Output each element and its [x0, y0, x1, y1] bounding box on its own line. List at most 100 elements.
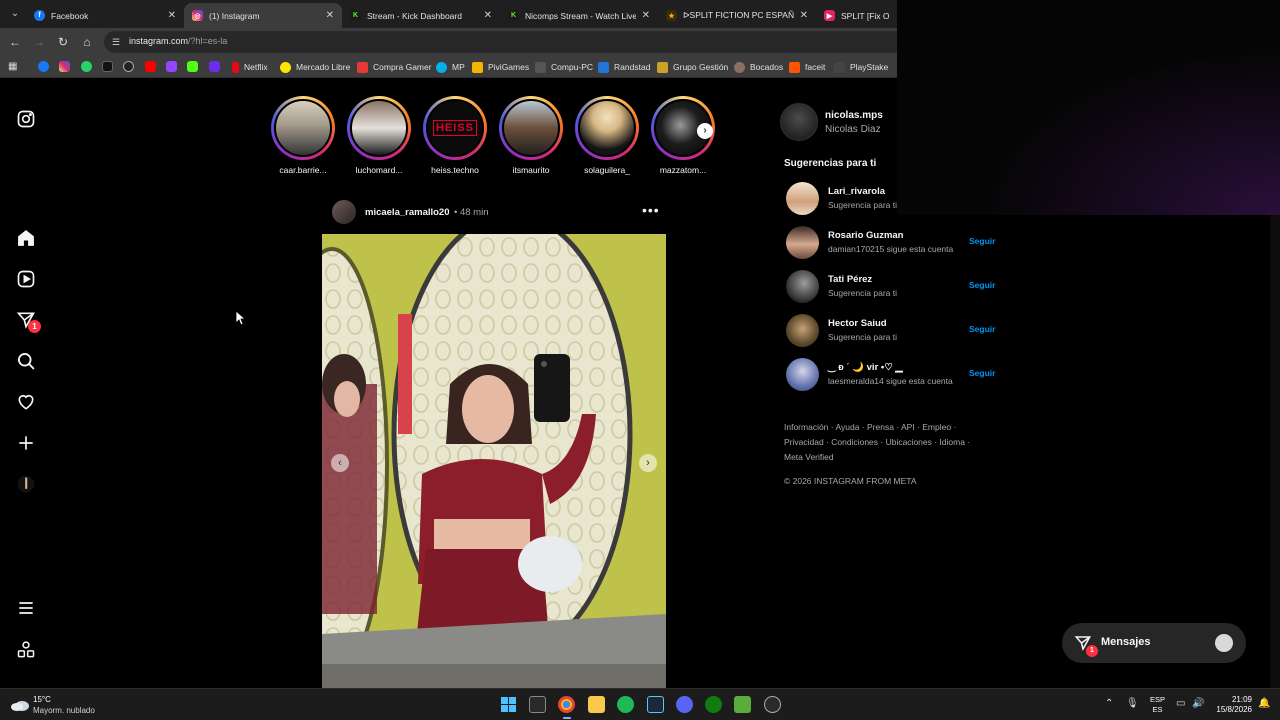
threads-bookmark-icon[interactable]	[123, 61, 134, 72]
back-icon[interactable]: ←	[7, 34, 23, 50]
tab-split-fix-online[interactable]: ▶ SPLIT [Fix Online	[816, 3, 897, 28]
suggestion-avatar[interactable]	[786, 226, 819, 259]
weather-description[interactable]: Mayorm. nublado	[33, 706, 95, 715]
forward-icon[interactable]: →	[31, 34, 47, 50]
tab-split-fiction[interactable]: ★ ᐅSPLIT FICTION PC ESPAÑOL - ✕	[658, 3, 816, 28]
bookmark-grupo-gestion[interactable]: Grupo Gestión	[657, 60, 728, 74]
suggestion-username[interactable]: Tati Pérez	[828, 274, 872, 285]
app-icon[interactable]	[764, 696, 781, 713]
cloudy-weather-icon[interactable]	[10, 696, 30, 712]
suggestion-avatar[interactable]	[786, 314, 819, 347]
close-tab-icon[interactable]: ✕	[326, 10, 334, 21]
home-icon[interactable]	[16, 228, 36, 248]
network-icon[interactable]: ▭	[1176, 698, 1185, 709]
reload-icon[interactable]: ↻	[55, 34, 71, 50]
weather-temperature[interactable]: 15°C	[33, 695, 51, 704]
create-plus-icon[interactable]	[16, 433, 36, 453]
tray-chevron-up-icon[interactable]: ⌃	[1105, 698, 1113, 709]
url-text[interactable]: instagram.com/?hl=es-la	[129, 36, 227, 46]
follow-button[interactable]: Seguir	[969, 280, 995, 290]
messages-button[interactable]: 1 Mensajes	[1062, 623, 1246, 663]
search-icon[interactable]	[16, 351, 36, 371]
volume-icon[interactable]: 🔊	[1192, 698, 1204, 709]
post-timestamp[interactable]: • 48 min	[454, 207, 488, 218]
story-item[interactable]: HEISS heiss.techno	[422, 96, 488, 175]
suggestion-avatar[interactable]	[786, 270, 819, 303]
suggestion-username[interactable]: ‿ ᴆ ˊ 🌙 vir •♡ ▁	[828, 362, 903, 373]
heart-icon[interactable]	[16, 392, 36, 412]
reels-icon[interactable]	[16, 269, 36, 289]
close-tab-icon[interactable]: ✕	[642, 10, 650, 21]
whatsapp-bookmark-icon[interactable]	[81, 61, 92, 72]
chrome-icon[interactable]	[558, 696, 575, 713]
page-scrollbar[interactable]	[1270, 215, 1280, 688]
bookmark-pivigames[interactable]: PiviGames	[472, 60, 529, 74]
site-info-icon[interactable]: ☰	[112, 36, 124, 48]
minecraft-icon[interactable]	[734, 696, 751, 713]
twitch-bookmark-icon[interactable]	[166, 61, 177, 72]
tab-nicomps-stream[interactable]: K Nicomps Stream - Watch Live o ✕	[500, 3, 658, 28]
bookmark-faceit[interactable]: faceit	[789, 60, 825, 74]
address-bar[interactable]: ☰ instagram.com/?hl=es-la	[104, 31, 897, 53]
follow-button[interactable]: Seguir	[969, 324, 995, 334]
notifications-bell-icon[interactable]: 🔔	[1258, 698, 1270, 709]
tab-kick-dashboard[interactable]: K Stream - Kick Dashboard ✕	[342, 3, 500, 28]
post-image[interactable]	[322, 234, 666, 688]
more-apps-icon[interactable]	[16, 640, 36, 660]
input-language[interactable]: ESP ES	[1150, 695, 1165, 715]
suggestion-username[interactable]: Hector Saiud	[828, 318, 887, 329]
tab-facebook[interactable]: f Facebook ✕	[26, 3, 184, 28]
bookmark-icon[interactable]	[209, 61, 220, 72]
suggestion-username[interactable]: Rosario Guzman	[828, 230, 904, 241]
close-tab-icon[interactable]: ✕	[484, 10, 492, 21]
post-author-avatar[interactable]	[332, 200, 356, 224]
close-tab-icon[interactable]: ✕	[800, 10, 808, 21]
start-windows-icon[interactable]	[500, 696, 517, 713]
facebook-bookmark-icon[interactable]	[38, 61, 49, 72]
tiktok-bookmark-icon[interactable]	[102, 61, 113, 72]
spotify-icon[interactable]	[617, 696, 634, 713]
story-item[interactable]: luchomard...	[346, 96, 412, 175]
apps-grid-icon[interactable]: ▦	[8, 61, 19, 72]
home-icon[interactable]: ⌂	[79, 34, 95, 50]
current-user-avatar[interactable]	[780, 103, 818, 141]
close-tab-icon[interactable]: ✕	[168, 10, 176, 21]
discord-icon[interactable]	[676, 696, 693, 713]
carousel-prev-chevron-icon[interactable]: ‹	[331, 454, 349, 472]
current-user-username[interactable]: nicolas.mps	[825, 110, 883, 121]
story-item[interactable]: caar.barrie...	[270, 96, 336, 175]
instagram-bookmark-icon[interactable]	[59, 61, 70, 72]
stories-next-chevron-icon[interactable]: ›	[697, 123, 713, 139]
bookmark-mp[interactable]: MP	[436, 60, 465, 74]
tab-instagram[interactable]: ◎ (1) Instagram ✕	[184, 3, 342, 28]
youtube-bookmark-icon[interactable]	[145, 61, 156, 72]
xbox-icon[interactable]	[705, 696, 722, 713]
microphone-icon[interactable]: 🎙	[1126, 698, 1139, 709]
kick-bookmark-icon[interactable]	[187, 61, 198, 72]
bookmark-compra-gamer[interactable]: Compra Gamer	[357, 60, 432, 74]
suggestion-avatar[interactable]	[786, 182, 819, 215]
story-item[interactable]: solaguilera_	[574, 96, 640, 175]
footer-links[interactable]: Información · Ayuda · Prensa · API · Emp…	[784, 420, 984, 465]
instagram-logo-icon[interactable]	[16, 109, 36, 129]
file-explorer-icon[interactable]	[588, 696, 605, 713]
bookmark-randstad[interactable]: Randstad	[598, 60, 650, 74]
follow-button[interactable]: Seguir	[969, 236, 995, 246]
story-item[interactable]: itsmaurito	[498, 96, 564, 175]
profile-avatar[interactable]	[16, 474, 36, 494]
carousel-next-chevron-icon[interactable]: ›	[639, 454, 657, 472]
post-author-username[interactable]: micaela_ramallo20	[365, 207, 450, 218]
bookmark-bocados[interactable]: Bocados	[734, 60, 783, 74]
bookmark-netflix[interactable]: Netflix	[232, 60, 268, 74]
steam-icon[interactable]	[647, 696, 664, 713]
bookmark-playstake[interactable]: PlayStake	[834, 60, 888, 74]
tab-search-chevron-icon[interactable]: ⌄	[8, 7, 22, 21]
bookmark-mercado-libre[interactable]: Mercado Libre	[280, 60, 350, 74]
bookmark-compu-pc[interactable]: Compu-PC	[535, 60, 593, 74]
system-clock[interactable]: 21:09 15/8/2026	[1210, 695, 1252, 715]
suggestion-username[interactable]: Lari_rivarola	[828, 186, 885, 197]
more-options-icon[interactable]: •••	[642, 202, 660, 218]
suggestion-avatar[interactable]	[786, 358, 819, 391]
store-icon[interactable]	[529, 696, 546, 713]
follow-button[interactable]: Seguir	[969, 368, 995, 378]
